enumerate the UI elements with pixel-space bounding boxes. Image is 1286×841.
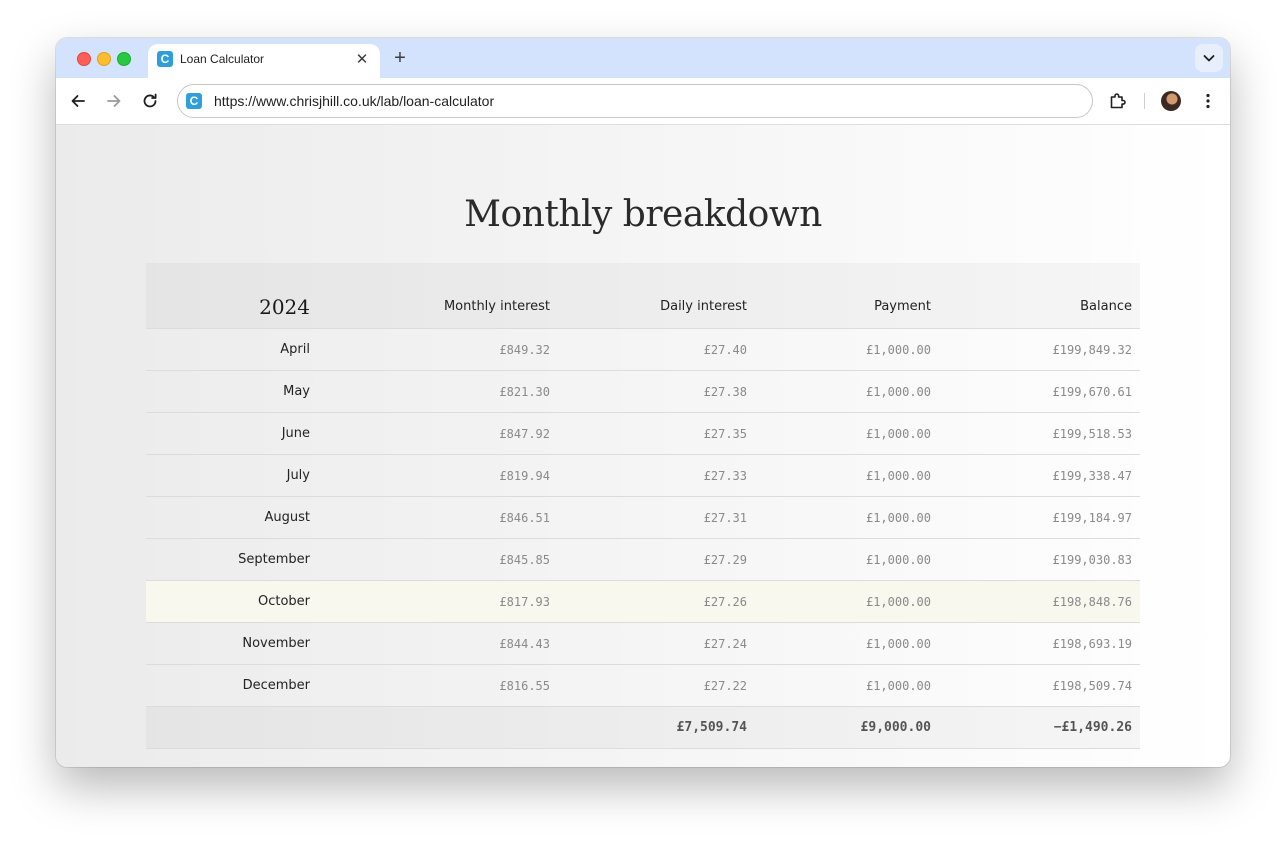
window-minimize-button[interactable]	[97, 52, 111, 66]
payment-cell: £1,000.00	[865, 595, 931, 609]
table-row: December £816.55 £27.22 £1,000.00 £198,5…	[146, 665, 1140, 707]
balance-cell: £198,509.74	[1052, 679, 1132, 693]
new-tab-button[interactable]: +	[389, 47, 411, 69]
extensions-button[interactable]	[1106, 89, 1130, 113]
payment-cell: £1,000.00	[865, 427, 931, 441]
balance-cell: £198,693.19	[1052, 637, 1132, 651]
table-row: July £819.94 £27.33 £1,000.00 £199,338.4…	[146, 455, 1140, 497]
balance-cell: £199,184.97	[1052, 511, 1132, 525]
arrow-left-icon	[71, 95, 85, 107]
payment-cell: £1,000.00	[865, 511, 931, 525]
month-cell: August	[264, 510, 311, 525]
reload-icon	[143, 93, 157, 108]
header-monthly-interest: Monthly interest	[443, 299, 550, 314]
table-row: May £821.30 £27.38 £1,000.00 £199,670.61	[146, 371, 1140, 413]
tab-strip: C Loan Calculator ✕ +	[56, 38, 1230, 78]
payment-cell: £1,000.00	[865, 553, 931, 567]
tab-title: Loan Calculator	[180, 52, 265, 66]
arrow-right-icon	[107, 95, 121, 107]
table-header: 2024 Monthly interest Daily interest Pay…	[146, 263, 1140, 329]
header-daily-interest: Daily interest	[660, 299, 747, 314]
month-cell: May	[283, 384, 310, 399]
daily-interest-cell: £27.31	[703, 511, 747, 525]
payment-cell: £1,000.00	[865, 469, 931, 483]
monthly-interest-cell: £819.94	[499, 469, 550, 483]
back-button[interactable]	[66, 89, 90, 113]
month-cell: December	[242, 678, 310, 693]
menu-button[interactable]	[1196, 89, 1220, 113]
site-favicon-icon: C	[186, 93, 202, 109]
header-payment: Payment	[874, 299, 931, 314]
balance-cell: £199,670.61	[1052, 385, 1132, 399]
month-cell: July	[286, 468, 310, 483]
header-balance: Balance	[1080, 299, 1132, 314]
toolbar-divider	[1144, 93, 1145, 109]
month-cell: April	[280, 342, 310, 357]
profile-avatar[interactable]	[1161, 91, 1181, 111]
month-cell: October	[257, 594, 310, 609]
chevron-down-icon	[1203, 55, 1215, 62]
favicon-icon: C	[157, 51, 173, 67]
tab-loan-calculator[interactable]: C Loan Calculator ✕	[148, 44, 380, 78]
address-bar[interactable]: C https://www.chrisjhill.co.uk/lab/loan-…	[177, 84, 1093, 118]
balance-cell: £199,518.53	[1052, 427, 1132, 441]
payment-cell: £1,000.00	[865, 679, 931, 693]
total-payment: £9,000.00	[860, 720, 931, 735]
monthly-interest-cell: £847.92	[499, 427, 550, 441]
daily-interest-cell: £27.40	[703, 343, 747, 357]
payment-cell: £1,000.00	[865, 385, 931, 399]
window-close-button[interactable]	[77, 52, 91, 66]
payment-cell: £1,000.00	[865, 637, 931, 651]
tab-search-button[interactable]	[1195, 44, 1223, 72]
monthly-interest-cell: £816.55	[499, 679, 550, 693]
balance-cell: £198,848.76	[1052, 595, 1132, 609]
table-row: September £845.85 £27.29 £1,000.00 £199,…	[146, 539, 1140, 581]
window-maximize-button[interactable]	[117, 52, 131, 66]
balance-cell: £199,030.83	[1052, 553, 1132, 567]
table-row: August £846.51 £27.31 £1,000.00 £199,184…	[146, 497, 1140, 539]
daily-interest-cell: £27.22	[703, 679, 747, 693]
tab-close-icon[interactable]: ✕	[352, 50, 372, 70]
table-row: April £849.32 £27.40 £1,000.00 £199,849.…	[146, 329, 1140, 371]
month-cell: September	[238, 552, 310, 567]
monthly-interest-cell: £845.85	[499, 553, 550, 567]
table-totals-row: £7,509.74 £9,000.00 −£1,490.26	[146, 707, 1140, 749]
table-row: June £847.92 £27.35 £1,000.00 £199,518.5…	[146, 413, 1140, 455]
table-row: November £844.43 £27.24 £1,000.00 £198,6…	[146, 623, 1140, 665]
balance-cell: £199,338.47	[1052, 469, 1132, 483]
page-title: Monthly breakdown	[464, 194, 822, 235]
total-balance-change: −£1,490.26	[1053, 720, 1132, 735]
browser-window: C Loan Calculator ✕ + C https://www.chri…	[56, 38, 1230, 767]
daily-interest-cell: £27.29	[703, 553, 747, 567]
more-vertical-icon	[1206, 93, 1210, 109]
balance-cell: £199,849.32	[1052, 343, 1132, 357]
daily-interest-cell: £27.24	[703, 637, 747, 651]
monthly-interest-cell: £846.51	[499, 511, 550, 525]
page-content: Monthly breakdown 2024 Monthly interest …	[56, 125, 1230, 767]
monthly-breakdown-table: 2024 Monthly interest Daily interest Pay…	[146, 263, 1140, 749]
monthly-interest-cell: £849.32	[499, 343, 550, 357]
puzzle-piece-icon	[1110, 93, 1126, 109]
monthly-interest-cell: £844.43	[499, 637, 550, 651]
forward-button[interactable]	[102, 89, 126, 113]
browser-toolbar: C https://www.chrisjhill.co.uk/lab/loan-…	[56, 78, 1230, 125]
reload-button[interactable]	[138, 89, 162, 113]
daily-interest-cell: £27.33	[703, 469, 747, 483]
month-cell: June	[281, 426, 310, 441]
url-text[interactable]: https://www.chrisjhill.co.uk/lab/loan-ca…	[214, 93, 494, 109]
daily-interest-cell: £27.38	[703, 385, 747, 399]
year-heading: 2024	[259, 295, 310, 319]
daily-interest-cell: £27.35	[703, 427, 747, 441]
table-row-current-month: October £817.93 £27.26 £1,000.00 £198,84…	[146, 581, 1140, 623]
monthly-interest-cell: £817.93	[499, 595, 550, 609]
payment-cell: £1,000.00	[865, 343, 931, 357]
month-cell: November	[242, 636, 310, 651]
total-daily-interest: £7,509.74	[676, 720, 747, 735]
daily-interest-cell: £27.26	[703, 595, 747, 609]
monthly-interest-cell: £821.30	[499, 385, 550, 399]
